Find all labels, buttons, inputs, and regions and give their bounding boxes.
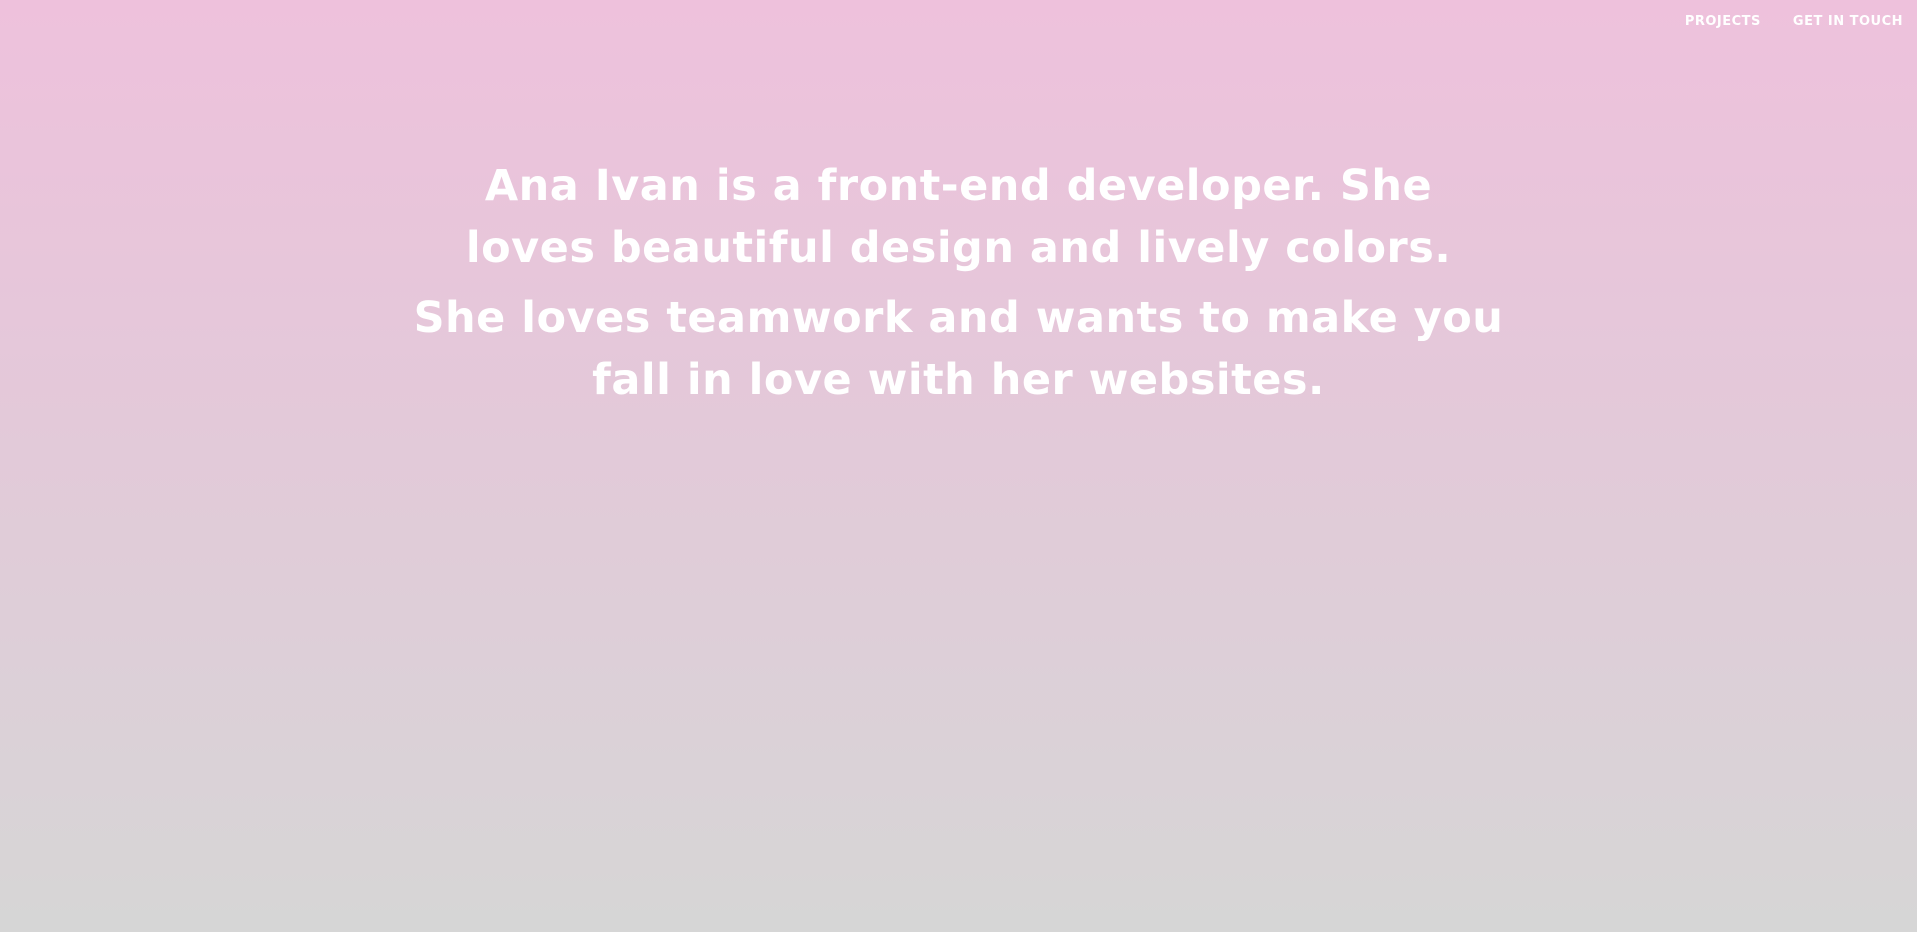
top-navigation: PROJECTS GET IN TOUCH	[1685, 13, 1903, 31]
hero-passion-text: She loves teamwork and wants to make you…	[413, 293, 1504, 405]
nav-link-get-in-touch[interactable]: GET IN TOUCH	[1793, 13, 1903, 31]
hero-intro-text: Ana Ivan is a front-end developer. She l…	[465, 161, 1452, 273]
hero-section: Ana Ivan is a front-end developer. She l…	[0, 155, 1917, 411]
nav-link-projects[interactable]: PROJECTS	[1685, 13, 1761, 31]
